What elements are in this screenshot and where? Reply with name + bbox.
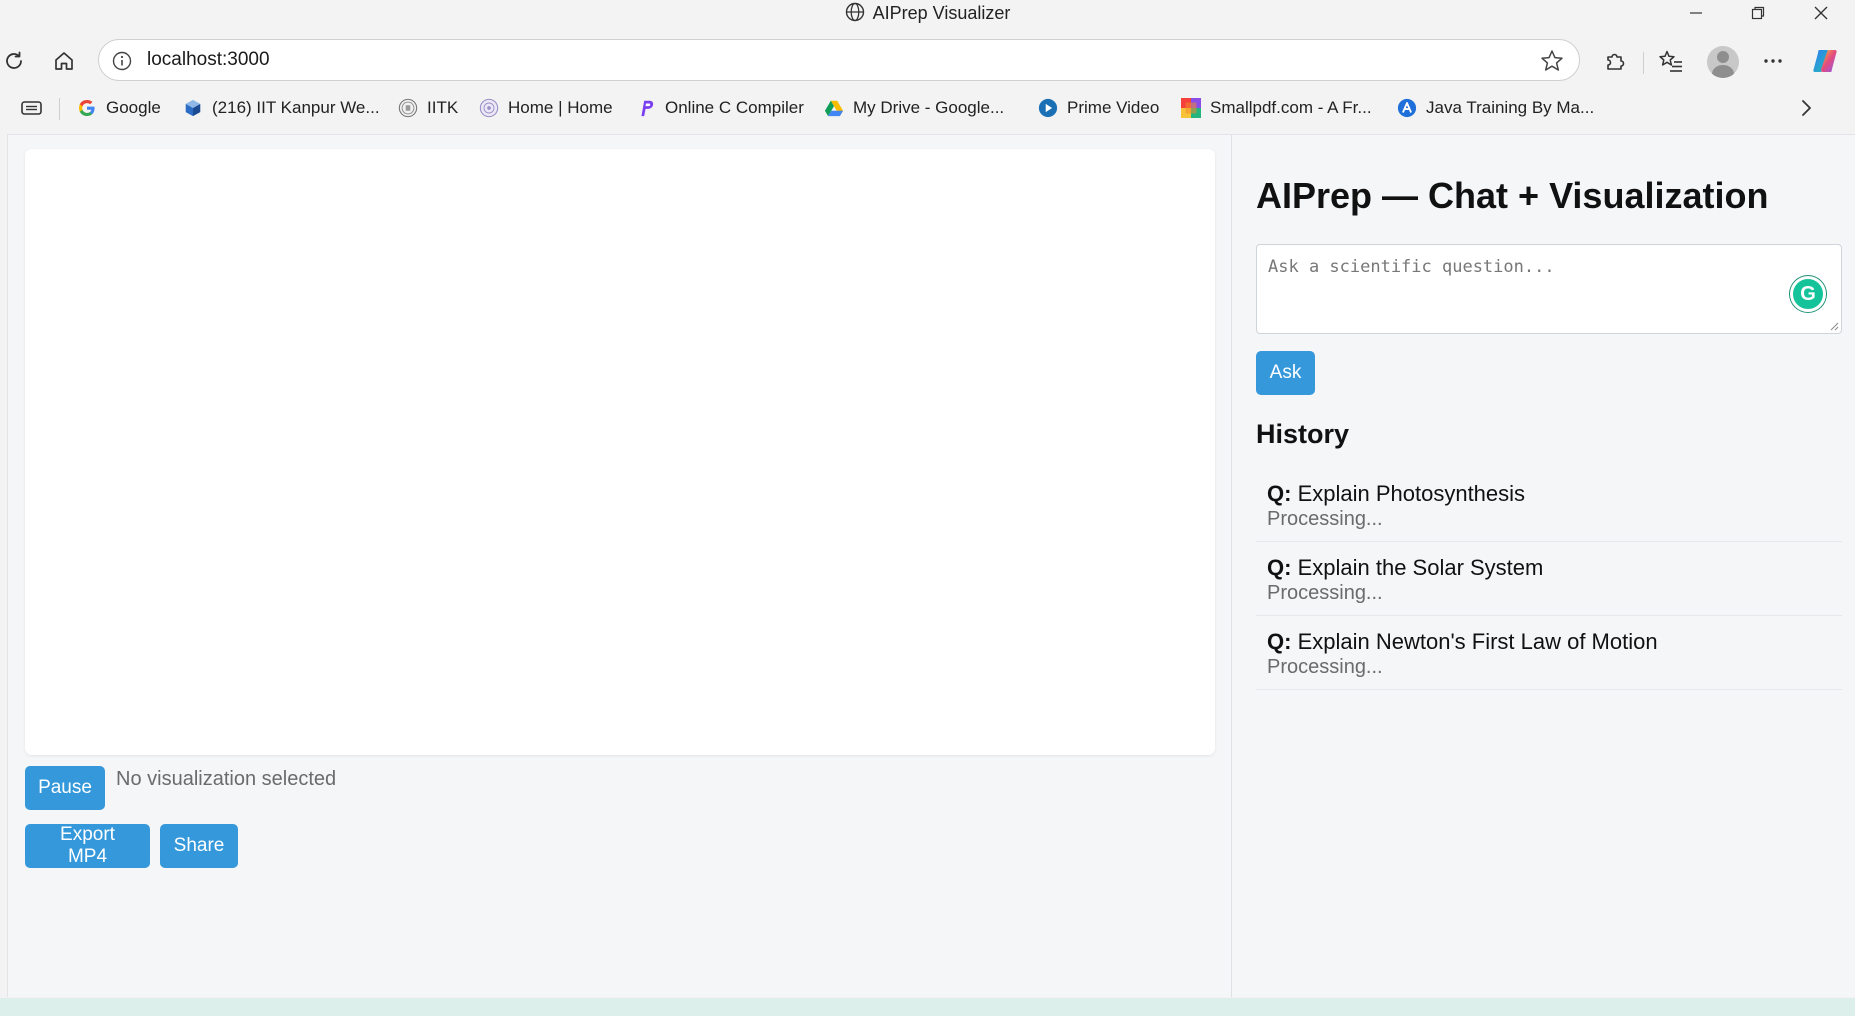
- bookmarks-divider: [59, 98, 60, 120]
- window-titlebar: AIPrep Visualizer: [0, 0, 1855, 26]
- history-list: Q: Explain Photosynthesis Processing... …: [1256, 468, 1842, 690]
- prime-video-icon: [1038, 98, 1058, 118]
- tab-actions-icon: [21, 101, 42, 115]
- favorites-button[interactable]: [1652, 42, 1690, 80]
- compiler-icon: [636, 98, 656, 118]
- bookmark-label: Smallpdf.com - A Fr...: [1210, 98, 1372, 117]
- bookmark-java-training[interactable]: Java Training By Ma...: [1397, 95, 1594, 121]
- visualization-status: No visualization selected: [116, 768, 337, 790]
- close-icon: [1814, 6, 1828, 20]
- history-item[interactable]: Q: Explain the Solar System Processing..…: [1256, 542, 1842, 616]
- java-training-icon: [1397, 98, 1417, 118]
- bookmark-label: Online C Compiler: [665, 98, 804, 117]
- reload-button[interactable]: [0, 42, 33, 80]
- chat-panel: AIPrep — Chat + Visualization G Ask Hist…: [1231, 135, 1855, 997]
- panel-title: AIPrep — Chat + Visualization: [1256, 175, 1769, 216]
- bookmark-label: IITK: [427, 98, 459, 117]
- ask-button[interactable]: Ask: [1256, 351, 1315, 395]
- bookmarks-bar: Google (216) IIT Kanpur We... IITK Home …: [0, 92, 1855, 124]
- history-question: Q: Explain Newton's First Law of Motion: [1267, 629, 1658, 655]
- cube-icon: [183, 98, 203, 118]
- profile-avatar[interactable]: [1707, 46, 1739, 78]
- history-question: Q: Explain Photosynthesis: [1267, 481, 1525, 507]
- bookmark-label: My Drive - Google...: [853, 98, 1005, 117]
- more-menu-button[interactable]: [1754, 42, 1792, 80]
- drive-icon: [824, 98, 844, 118]
- minimize-icon: [1690, 12, 1702, 14]
- history-item[interactable]: Q: Explain Photosynthesis Processing...: [1256, 468, 1842, 542]
- history-question: Q: Explain the Solar System: [1267, 555, 1543, 581]
- bookmark-label: Home | Home: [508, 98, 613, 117]
- home-button[interactable]: [45, 42, 83, 80]
- history-status: Processing...: [1267, 656, 1383, 678]
- taskbar-strip: [0, 998, 1855, 1016]
- home-seal-icon: [479, 98, 499, 118]
- bookmark-label: Java Training By Ma...: [1426, 98, 1595, 117]
- bookmarks-overflow-button[interactable]: [1796, 95, 1816, 121]
- restore-icon: [1751, 6, 1765, 20]
- iitk-seal-icon: [398, 98, 418, 118]
- pause-button[interactable]: Pause: [25, 766, 105, 810]
- export-mp4-button[interactable]: Export MP4: [25, 824, 150, 868]
- question-text: Explain the Solar System: [1297, 555, 1544, 580]
- favorites-list-icon: [1659, 50, 1682, 72]
- google-icon: [77, 98, 97, 118]
- bookmark-online-c-compiler[interactable]: Online C Compiler: [636, 95, 804, 121]
- bookmark-iit-kanpur[interactable]: (216) IIT Kanpur We...: [183, 95, 380, 121]
- grammarly-icon[interactable]: G: [1790, 276, 1826, 312]
- tab-actions-button[interactable]: [20, 95, 44, 121]
- puzzle-icon: [1607, 53, 1625, 70]
- bookmark-home[interactable]: Home | Home: [479, 95, 613, 121]
- smallpdf-icon: [1181, 98, 1201, 118]
- bookmark-label: (216) IIT Kanpur We...: [212, 98, 380, 117]
- question-prefix: Q:: [1267, 629, 1292, 654]
- bookmark-iitk[interactable]: IITK: [398, 95, 458, 121]
- reload-icon: [6, 51, 22, 69]
- bookmark-smallpdf[interactable]: Smallpdf.com - A Fr...: [1181, 95, 1372, 121]
- toolbar-divider: [1643, 52, 1644, 74]
- visualization-canvas[interactable]: [25, 149, 1215, 755]
- globe-icon: [845, 2, 865, 27]
- history-heading: History: [1256, 419, 1350, 449]
- question-input-box[interactable]: G: [1256, 244, 1842, 334]
- history-status: Processing...: [1267, 582, 1383, 604]
- share-button[interactable]: Share: [160, 824, 238, 868]
- more-dots-icon: [1764, 59, 1782, 63]
- home-icon: [55, 52, 73, 70]
- address-url[interactable]: localhost:3000: [147, 49, 270, 71]
- copilot-icon: [1813, 50, 1837, 72]
- resize-grip-icon[interactable]: [1829, 321, 1839, 331]
- question-text: Explain Photosynthesis: [1297, 481, 1526, 506]
- window-title: AIPrep Visualizer: [872, 3, 1011, 23]
- site-info-icon[interactable]: [111, 50, 133, 77]
- close-button[interactable]: [1790, 0, 1852, 26]
- history-status: Processing...: [1267, 508, 1383, 530]
- question-prefix: Q:: [1267, 555, 1292, 580]
- chevron-right-icon: [1802, 100, 1811, 116]
- question-input[interactable]: [1257, 245, 1841, 333]
- bookmark-my-drive[interactable]: My Drive - Google...: [824, 95, 1004, 121]
- address-bar[interactable]: localhost:3000: [98, 39, 1580, 81]
- bookmark-prime-video[interactable]: Prime Video: [1038, 95, 1159, 121]
- page-content: Pause No visualization selected Export M…: [7, 134, 1855, 997]
- minimize-button[interactable]: [1665, 0, 1727, 26]
- bookmark-label: Google: [106, 98, 161, 117]
- bookmark-label: Prime Video: [1067, 98, 1160, 117]
- window-title-container: AIPrep Visualizer: [0, 2, 1855, 27]
- bookmark-google[interactable]: Google: [77, 95, 161, 121]
- restore-button[interactable]: [1727, 0, 1789, 26]
- question-text: Explain Newton's First Law of Motion: [1297, 629, 1658, 654]
- history-item[interactable]: Q: Explain Newton's First Law of Motion …: [1256, 616, 1842, 690]
- copilot-button[interactable]: [1806, 42, 1844, 80]
- favorite-star-icon[interactable]: [1539, 48, 1565, 79]
- question-prefix: Q:: [1267, 481, 1292, 506]
- extensions-button[interactable]: [1597, 42, 1635, 80]
- browser-toolbar: localhost:3000: [0, 36, 1855, 86]
